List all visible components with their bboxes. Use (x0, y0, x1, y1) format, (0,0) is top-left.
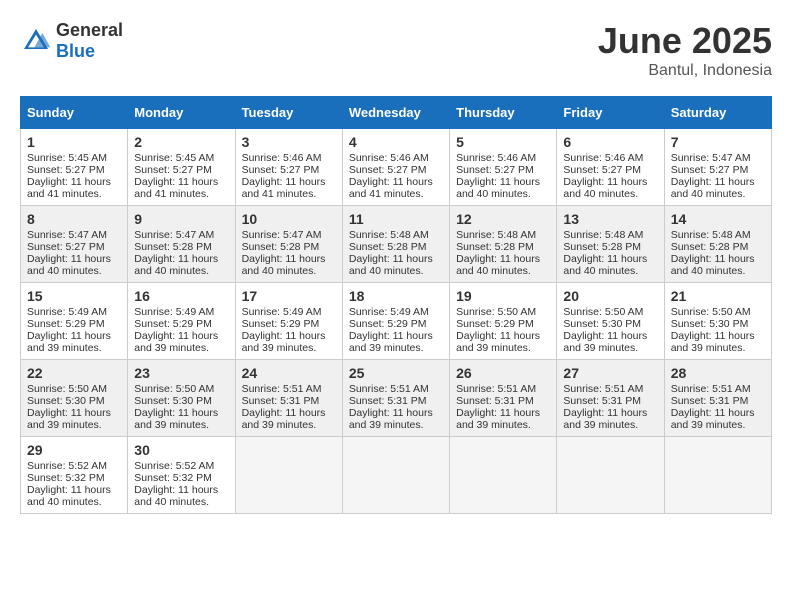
table-row: 25Sunrise: 5:51 AMSunset: 5:31 PMDayligh… (342, 360, 449, 437)
table-row: 9Sunrise: 5:47 AMSunset: 5:28 PMDaylight… (128, 206, 235, 283)
col-friday: Friday (557, 97, 664, 129)
location: Bantul, Indonesia (598, 62, 772, 80)
table-row (664, 437, 771, 514)
table-row: 3Sunrise: 5:46 AMSunset: 5:27 PMDaylight… (235, 129, 342, 206)
col-saturday: Saturday (664, 97, 771, 129)
table-row: 4Sunrise: 5:46 AMSunset: 5:27 PMDaylight… (342, 129, 449, 206)
calendar-week-2: 8Sunrise: 5:47 AMSunset: 5:27 PMDaylight… (21, 206, 772, 283)
table-row: 28Sunrise: 5:51 AMSunset: 5:31 PMDayligh… (664, 360, 771, 437)
table-row: 1Sunrise: 5:45 AMSunset: 5:27 PMDaylight… (21, 129, 128, 206)
logo-general-text: General (56, 20, 123, 41)
table-row: 20Sunrise: 5:50 AMSunset: 5:30 PMDayligh… (557, 283, 664, 360)
table-row: 10Sunrise: 5:47 AMSunset: 5:28 PMDayligh… (235, 206, 342, 283)
table-row: 7Sunrise: 5:47 AMSunset: 5:27 PMDaylight… (664, 129, 771, 206)
table-row: 19Sunrise: 5:50 AMSunset: 5:29 PMDayligh… (450, 283, 557, 360)
logo-icon (20, 25, 52, 57)
table-row: 27Sunrise: 5:51 AMSunset: 5:31 PMDayligh… (557, 360, 664, 437)
table-row: 5Sunrise: 5:46 AMSunset: 5:27 PMDaylight… (450, 129, 557, 206)
table-row (557, 437, 664, 514)
month-title: June 2025 (598, 20, 772, 62)
calendar-week-1: 1Sunrise: 5:45 AMSunset: 5:27 PMDaylight… (21, 129, 772, 206)
logo-text: General Blue (56, 20, 123, 62)
table-row: 13Sunrise: 5:48 AMSunset: 5:28 PMDayligh… (557, 206, 664, 283)
table-row: 22Sunrise: 5:50 AMSunset: 5:30 PMDayligh… (21, 360, 128, 437)
calendar-table: Sunday Monday Tuesday Wednesday Thursday… (20, 96, 772, 514)
table-row (235, 437, 342, 514)
page-header: General Blue June 2025 Bantul, Indonesia (20, 20, 772, 80)
table-row: 23Sunrise: 5:50 AMSunset: 5:30 PMDayligh… (128, 360, 235, 437)
table-row (342, 437, 449, 514)
calendar-week-4: 22Sunrise: 5:50 AMSunset: 5:30 PMDayligh… (21, 360, 772, 437)
col-monday: Monday (128, 97, 235, 129)
title-block: June 2025 Bantul, Indonesia (598, 20, 772, 80)
col-wednesday: Wednesday (342, 97, 449, 129)
logo-blue-text: Blue (56, 41, 123, 62)
table-row: 30Sunrise: 5:52 AMSunset: 5:32 PMDayligh… (128, 437, 235, 514)
table-row: 6Sunrise: 5:46 AMSunset: 5:27 PMDaylight… (557, 129, 664, 206)
table-row: 29Sunrise: 5:52 AMSunset: 5:32 PMDayligh… (21, 437, 128, 514)
col-thursday: Thursday (450, 97, 557, 129)
table-row: 12Sunrise: 5:48 AMSunset: 5:28 PMDayligh… (450, 206, 557, 283)
table-row (450, 437, 557, 514)
table-row: 8Sunrise: 5:47 AMSunset: 5:27 PMDaylight… (21, 206, 128, 283)
table-row: 24Sunrise: 5:51 AMSunset: 5:31 PMDayligh… (235, 360, 342, 437)
table-row: 2Sunrise: 5:45 AMSunset: 5:27 PMDaylight… (128, 129, 235, 206)
table-row: 14Sunrise: 5:48 AMSunset: 5:28 PMDayligh… (664, 206, 771, 283)
col-sunday: Sunday (21, 97, 128, 129)
calendar-week-5: 29Sunrise: 5:52 AMSunset: 5:32 PMDayligh… (21, 437, 772, 514)
table-row: 11Sunrise: 5:48 AMSunset: 5:28 PMDayligh… (342, 206, 449, 283)
table-row: 15Sunrise: 5:49 AMSunset: 5:29 PMDayligh… (21, 283, 128, 360)
col-tuesday: Tuesday (235, 97, 342, 129)
table-row: 16Sunrise: 5:49 AMSunset: 5:29 PMDayligh… (128, 283, 235, 360)
table-row: 17Sunrise: 5:49 AMSunset: 5:29 PMDayligh… (235, 283, 342, 360)
table-row: 18Sunrise: 5:49 AMSunset: 5:29 PMDayligh… (342, 283, 449, 360)
calendar-header-row: Sunday Monday Tuesday Wednesday Thursday… (21, 97, 772, 129)
calendar-week-3: 15Sunrise: 5:49 AMSunset: 5:29 PMDayligh… (21, 283, 772, 360)
table-row: 26Sunrise: 5:51 AMSunset: 5:31 PMDayligh… (450, 360, 557, 437)
table-row: 21Sunrise: 5:50 AMSunset: 5:30 PMDayligh… (664, 283, 771, 360)
logo: General Blue (20, 20, 123, 62)
